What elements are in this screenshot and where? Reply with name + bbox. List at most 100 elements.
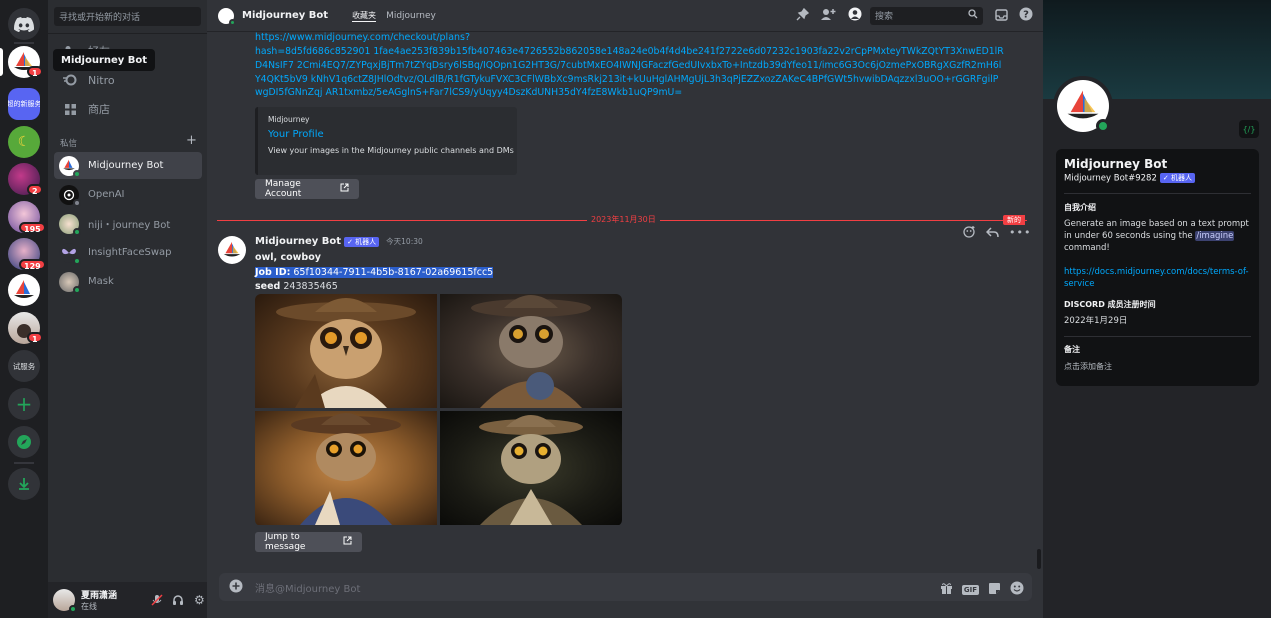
generated-image-grid[interactable] xyxy=(255,294,622,526)
message-actions: ••• xyxy=(963,223,1031,242)
add-friend-icon[interactable] xyxy=(821,6,836,25)
button-label: Manage Account xyxy=(265,179,302,199)
create-dm-button[interactable]: + xyxy=(186,133,197,148)
explore-button[interactable] xyxy=(8,426,40,458)
guild-test-server[interactable]: 试服务 xyxy=(8,350,40,382)
dm-section-title: 私信 xyxy=(60,139,78,149)
dm-item-niji[interactable]: niji・journey Bot xyxy=(54,210,202,237)
owl-image-1[interactable] xyxy=(255,294,437,408)
guild-separator xyxy=(14,42,34,44)
search-icon xyxy=(968,9,978,22)
sailboat-icon xyxy=(223,241,241,257)
dm-label: niji・journey Bot xyxy=(88,220,171,231)
dm-item-mask[interactable]: Mask xyxy=(54,268,202,295)
headphones-icon[interactable] xyxy=(172,591,184,610)
gift-icon[interactable] xyxy=(940,580,953,599)
checkout-link[interactable]: https://www.midjourney.com/checkout/plan… xyxy=(255,32,1005,44)
add-server-button[interactable]: + xyxy=(8,388,40,420)
header-search-input[interactable]: 搜索 xyxy=(870,6,983,25)
guild-banana[interactable]: ☾ xyxy=(8,126,40,158)
guild-midjourney-2[interactable] xyxy=(8,274,40,306)
add-attachment-icon[interactable] xyxy=(229,578,243,597)
avatar xyxy=(59,271,81,294)
unread-badge: 2 xyxy=(27,184,43,196)
embed-title-link[interactable]: Your Profile xyxy=(268,129,507,140)
job-id-label: Job ID: xyxy=(255,266,291,278)
sticker-icon[interactable] xyxy=(988,580,1001,599)
banana-icon: ☾ xyxy=(17,134,31,150)
mute-mic-icon[interactable] xyxy=(151,591,163,610)
profile-avatar[interactable] xyxy=(1053,76,1113,136)
user-status: 在线 xyxy=(81,602,97,611)
note-input[interactable]: 点击添加备注 xyxy=(1064,361,1251,372)
tab-favorites[interactable]: 收藏夹 xyxy=(352,10,377,22)
tab-midjourney[interactable]: Midjourney xyxy=(386,11,436,21)
owl-image-2[interactable] xyxy=(440,294,622,408)
reply-icon[interactable] xyxy=(985,223,999,242)
online-status-icon xyxy=(73,285,81,294)
dm-item-insightfaceswap[interactable]: InsightFaceSwap xyxy=(54,239,202,266)
bot-tag: ✓ 机器人 xyxy=(344,236,380,247)
profile-tag: Midjourney Bot#9282 xyxy=(1064,173,1157,184)
tooltip-text: Midjourney Bot xyxy=(61,54,148,66)
nitro-icon xyxy=(62,74,78,86)
message-avatar[interactable] xyxy=(218,236,246,264)
emoji-icon[interactable] xyxy=(1010,580,1024,599)
guild-label: 超的新服务 xyxy=(8,100,40,108)
user-profile-icon[interactable] xyxy=(848,6,862,25)
owl-image-4[interactable] xyxy=(440,411,622,525)
nav-shop[interactable]: 商店 xyxy=(54,96,202,122)
download-button[interactable] xyxy=(8,468,40,500)
scrollbar[interactable] xyxy=(1037,549,1041,569)
profile-embed: Midjourney Your Profile View your images… xyxy=(255,107,517,175)
dm-sidebar: 寻找或开始新的对话 好友 Nitro 商店 私信 + Midjourney Bo… xyxy=(48,0,207,618)
gif-button[interactable]: GIF xyxy=(961,584,979,595)
terms-link[interactable]: https://docs.midjourney.com/docs/terms-o… xyxy=(1064,266,1251,290)
unread-badge: 1 xyxy=(27,332,43,344)
guild-tooltip: Midjourney Bot xyxy=(53,49,156,71)
more-options-icon[interactable]: ••• xyxy=(1009,226,1031,239)
dm-item-midjourney[interactable]: Midjourney Bot xyxy=(54,152,202,179)
seed-value: 243835465 xyxy=(283,281,338,292)
sailboat-icon xyxy=(14,280,34,298)
jump-to-message-button[interactable]: Jump to message xyxy=(255,532,362,552)
online-status-icon xyxy=(73,227,81,236)
avatar xyxy=(59,184,81,207)
manage-account-button[interactable]: Manage Account xyxy=(255,179,359,199)
external-link-icon xyxy=(343,536,352,548)
owl-cowboy-image xyxy=(471,295,591,408)
user-profile-panel: {/} Midjourney Bot Midjourney Bot#9282 ✓ … xyxy=(1043,0,1271,618)
dm-label: Mask xyxy=(88,276,114,287)
discord-home-button[interactable] xyxy=(8,8,40,40)
guild-text-server[interactable]: 超的新服务 xyxy=(8,88,40,120)
channel-title: Midjourney Bot xyxy=(242,10,329,21)
dm-item-openai[interactable]: OpenAI xyxy=(54,181,202,208)
add-reaction-icon[interactable] xyxy=(963,223,976,242)
owl-cowboy-image xyxy=(291,413,401,525)
online-status-icon xyxy=(73,169,81,178)
dm-search-input[interactable]: 寻找或开始新的对话 xyxy=(54,7,201,26)
help-icon[interactable]: ? xyxy=(1019,6,1033,25)
imagine-command[interactable]: /imagine xyxy=(1195,230,1235,241)
download-icon xyxy=(19,478,29,490)
profile-name: Midjourney Bot xyxy=(1064,157,1168,171)
pin-icon[interactable] xyxy=(796,6,810,25)
slash-commands-badge-icon[interactable]: {/} xyxy=(1239,120,1259,138)
settings-gear-icon[interactable]: ⚙ xyxy=(194,593,205,607)
message-author[interactable]: Midjourney Bot xyxy=(255,236,341,247)
discord-logo-icon xyxy=(14,16,34,32)
profile-card: Midjourney Bot Midjourney Bot#9282 ✓ 机器人 … xyxy=(1056,149,1259,386)
message-header: Midjourney Bot ✓ 机器人 今天10:30 xyxy=(255,236,423,247)
profile-tag-line: Midjourney Bot#9282 ✓ 机器人 xyxy=(1064,173,1251,184)
seed-label: seed xyxy=(255,281,281,292)
checkout-link-hash[interactable]: hash=8d5fd686c852901 1fae4ae253f839b15fb… xyxy=(255,45,1005,100)
inbox-icon[interactable] xyxy=(995,6,1008,25)
message-list: https://www.midjourney.com/checkout/plan… xyxy=(207,32,1043,569)
avatar[interactable] xyxy=(53,589,77,613)
avatar xyxy=(59,242,81,265)
message-timestamp: 今天10:30 xyxy=(386,237,423,246)
username: 夏雨潇涵 xyxy=(81,591,118,601)
owl-image-3[interactable] xyxy=(255,411,437,525)
shop-icon xyxy=(62,103,78,116)
message-composer[interactable]: 消息@Midjourney Bot GIF xyxy=(219,573,1032,601)
